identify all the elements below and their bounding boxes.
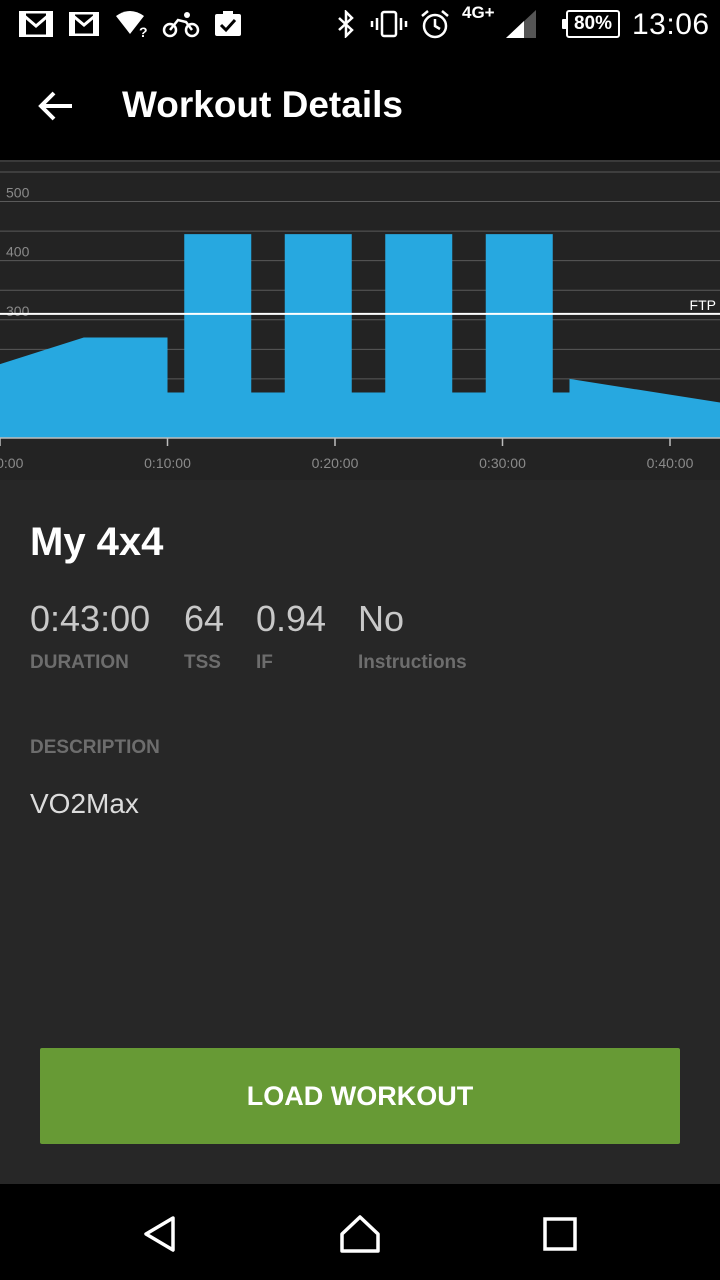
chart-svg: 500400300200FTP0:00:000:10:000:20:000:30… xyxy=(0,160,720,471)
x-tick-label: 0:00:00 xyxy=(0,455,24,471)
nav-back-button[interactable] xyxy=(120,1204,200,1264)
clipboard-check-icon xyxy=(212,9,244,39)
status-bar: ? 4G+ 80% 13:06 xyxy=(0,0,720,50)
home-icon xyxy=(340,1215,380,1253)
y-tick-label: 300 xyxy=(6,303,30,319)
vibrate-icon xyxy=(370,9,408,39)
system-nav-bar xyxy=(0,1184,720,1280)
x-tick-label: 0:30:00 xyxy=(479,455,526,471)
signal-icon xyxy=(504,10,538,40)
bluetooth-icon xyxy=(334,9,358,39)
description-label: DESCRIPTION xyxy=(30,737,160,758)
svg-text:?: ? xyxy=(139,24,148,38)
triangle-back-icon xyxy=(144,1216,175,1252)
stat-label: DURATION xyxy=(30,652,129,673)
alarm-icon xyxy=(418,9,452,39)
stat-if: 0.94 IF xyxy=(256,598,326,674)
battery-level: 80% xyxy=(573,13,613,34)
power-area-series xyxy=(0,234,720,438)
stat-value: 0:43:00 xyxy=(30,598,151,639)
recents-square-icon xyxy=(543,1217,577,1251)
stat-value: 0.94 xyxy=(256,598,327,639)
stat-value: No xyxy=(358,598,405,639)
workout-name: My 4x4 xyxy=(30,520,164,564)
network-type-label: 4G+ xyxy=(462,3,495,22)
x-tick-label: 0:40:00 xyxy=(647,455,694,471)
app-bar: Workout Details xyxy=(0,50,720,160)
ftp-label: FTP xyxy=(690,297,716,313)
workout-power-chart: 500400300200FTP0:00:000:10:000:20:000:30… xyxy=(0,160,720,480)
cycling-icon xyxy=(162,9,200,39)
stat-label: Instructions xyxy=(358,652,467,673)
stat-instructions: No Instructions xyxy=(358,598,467,674)
page-title: Workout Details xyxy=(122,84,403,125)
arrow-back-icon xyxy=(38,91,72,121)
y-tick-label: 400 xyxy=(6,244,30,260)
gmail-icon xyxy=(18,9,54,39)
gmail-icon xyxy=(68,9,100,39)
workout-details-panel: My 4x4 0:43:00 DURATION 64 TSS 0.94 IF N… xyxy=(0,480,720,1184)
back-button[interactable] xyxy=(24,80,88,132)
load-workout-button[interactable]: LOAD WORKOUT xyxy=(40,1048,680,1144)
stat-value: 64 xyxy=(184,598,225,639)
x-tick-label: 0:20:00 xyxy=(312,455,359,471)
stat-duration: 0:43:00 DURATION xyxy=(30,598,150,674)
nav-recents-button[interactable] xyxy=(520,1204,600,1264)
description-text: VO2Max xyxy=(30,788,139,819)
nav-home-button[interactable] xyxy=(320,1204,400,1264)
stat-label: IF xyxy=(256,652,273,673)
wifi-unknown-icon: ? xyxy=(114,9,150,39)
stat-label: TSS xyxy=(184,652,221,673)
clock: 13:06 xyxy=(632,8,710,41)
y-tick-label: 500 xyxy=(6,185,30,201)
x-tick-label: 0:10:00 xyxy=(144,455,191,471)
stat-tss: 64 TSS xyxy=(184,598,224,674)
battery-indicator: 80% xyxy=(562,10,620,38)
